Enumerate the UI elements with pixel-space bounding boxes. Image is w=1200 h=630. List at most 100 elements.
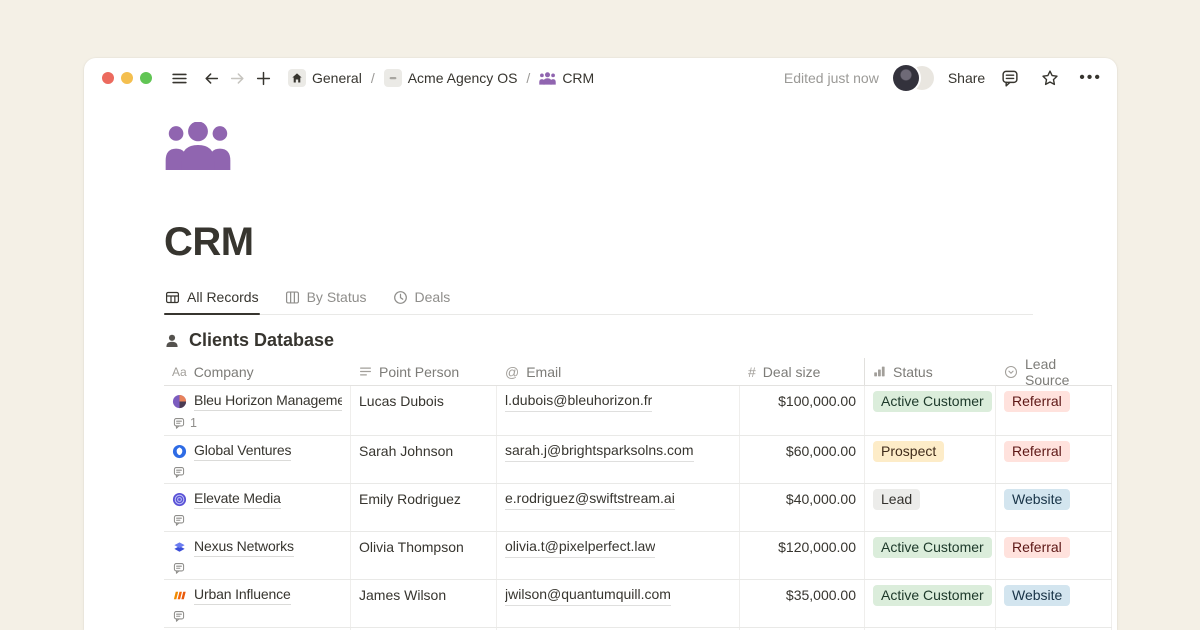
lead-source-cell[interactable]: Website (996, 580, 1112, 627)
point-person-cell[interactable]: James Wilson (351, 580, 497, 627)
column-header-status[interactable]: Status (865, 358, 996, 385)
point-person-value: Olivia Thompson (359, 537, 464, 557)
email-cell[interactable]: l.dubois@bleuhorizon.fr (497, 386, 740, 435)
share-button[interactable]: Share (948, 70, 985, 86)
database-table: Aa Company Point Person @ Email # Deal s… (164, 358, 1112, 630)
breadcrumb-item-crm[interactable]: CRM (535, 68, 598, 88)
text-icon (359, 365, 372, 378)
lead-source-cell[interactable]: Referral (996, 436, 1112, 483)
table-header-row: Aa Company Point Person @ Email # Deal s… (164, 358, 1112, 386)
close-window-button[interactable] (102, 72, 114, 84)
tab-deals[interactable]: Deals (392, 287, 452, 314)
database-title[interactable]: Clients Database (189, 330, 334, 351)
status-badge: Lead (873, 489, 920, 510)
new-page-button[interactable] (252, 67, 274, 89)
deal-size-cell[interactable]: $60,000.00 (740, 436, 865, 483)
email-cell[interactable]: olivia.t@pixelperfect.law (497, 532, 740, 579)
table-icon (165, 290, 180, 305)
status-icon (873, 365, 886, 378)
deal-size-cell[interactable]: $40,000.00 (740, 484, 865, 531)
lead-source-cell[interactable]: Referral (996, 532, 1112, 579)
zoom-window-button[interactable] (140, 72, 152, 84)
status-cell[interactable]: Active Customer (865, 386, 996, 435)
breadcrumb-item-workspace[interactable]: Acme Agency OS (380, 67, 522, 89)
column-header-company[interactable]: Aa Company (164, 358, 351, 385)
minimize-window-button[interactable] (121, 72, 133, 84)
status-cell[interactable]: Active Customer (865, 580, 996, 627)
company-cell[interactable]: Urban Influence (164, 580, 351, 627)
favorite-star-icon[interactable] (1039, 67, 1061, 89)
email-cell[interactable]: jwilson@quantumquill.com (497, 580, 740, 627)
window-controls (102, 72, 152, 84)
company-cell[interactable]: Global Ventures (164, 436, 351, 483)
point-person-value: Sarah Johnson (359, 441, 453, 461)
database-header: Clients Database (164, 330, 1033, 351)
status-cell[interactable]: Prospect (865, 436, 996, 483)
table-row: Urban Influence James Wilson jwilson@qua… (164, 580, 1112, 628)
status-cell[interactable]: Active Customer (865, 532, 996, 579)
company-name: Urban Influence (194, 585, 291, 605)
deal-size-cell[interactable]: $120,000.00 (740, 532, 865, 579)
deal-size-value: $60,000.00 (786, 441, 856, 461)
deal-size-cell[interactable]: $100,000.00 (740, 386, 865, 435)
company-cell[interactable]: Nexus Networks (164, 532, 351, 579)
column-header-email[interactable]: @ Email (497, 358, 740, 385)
back-button[interactable] (200, 67, 222, 89)
sidebar-toggle-icon[interactable] (168, 67, 190, 89)
tab-by-status[interactable]: By Status (284, 287, 368, 314)
company-cell[interactable]: Elevate Media (164, 484, 351, 531)
lead-source-cell[interactable]: Website (996, 484, 1112, 531)
avatar (893, 65, 919, 91)
company-logo-icon (172, 588, 187, 603)
table-row: Global Ventures Sarah Johnson sarah.j@br… (164, 436, 1112, 484)
table-row: Elevate Media Emily Rodriguez e.rodrigue… (164, 484, 1112, 532)
company-cell[interactable]: Bleu Horizon Management 1 (164, 386, 351, 435)
comment-count (172, 610, 342, 622)
breadcrumb-item-general[interactable]: General (284, 67, 366, 89)
company-logo-icon (172, 492, 187, 507)
point-person-value: Lucas Dubois (359, 391, 444, 411)
point-person-value: Emily Rodriguez (359, 489, 461, 509)
tab-all-records[interactable]: All Records (164, 287, 260, 314)
edited-status: Edited just now (784, 70, 879, 86)
point-person-cell[interactable]: Lucas Dubois (351, 386, 497, 435)
company-name: Global Ventures (194, 441, 291, 461)
email-value: olivia.t@pixelperfect.law (505, 537, 655, 558)
company-logo-icon (172, 394, 187, 409)
breadcrumb-separator: / (526, 70, 530, 86)
deal-size-cell[interactable]: $35,000.00 (740, 580, 865, 627)
lead-source-badge: Website (1004, 489, 1070, 510)
clock-icon (393, 290, 408, 305)
page-people-icon[interactable] (164, 122, 232, 170)
status-badge: Active Customer (873, 537, 992, 558)
column-header-deal-size[interactable]: # Deal size (740, 358, 865, 385)
at-icon: @ (505, 364, 519, 380)
point-person-cell[interactable]: Olivia Thompson (351, 532, 497, 579)
status-cell[interactable]: Lead (865, 484, 996, 531)
table-body: Bleu Horizon Management 1 Lucas Dubois l… (164, 386, 1112, 630)
breadcrumb: General / Acme Agency OS / CRM (284, 67, 598, 89)
lead-source-cell[interactable]: Referral (996, 386, 1112, 435)
email-value: e.rodriguez@swiftstream.ai (505, 489, 675, 510)
column-header-lead-source[interactable]: Lead Source (996, 358, 1112, 385)
view-tabs: All Records By Status Deals (164, 287, 1033, 315)
point-person-cell[interactable]: Sarah Johnson (351, 436, 497, 483)
forward-button[interactable] (226, 67, 248, 89)
deal-size-value: $120,000.00 (778, 537, 856, 557)
page-title[interactable]: CRM (164, 220, 1033, 265)
deal-size-value: $100,000.00 (778, 391, 856, 411)
company-name: Nexus Networks (194, 537, 294, 557)
email-cell[interactable]: sarah.j@brightsparksolns.com (497, 436, 740, 483)
company-logo-icon (172, 444, 187, 459)
more-options-icon[interactable]: ••• (1079, 70, 1102, 86)
email-cell[interactable]: e.rodriguez@swiftstream.ai (497, 484, 740, 531)
column-header-point-person[interactable]: Point Person (351, 358, 497, 385)
comments-icon[interactable] (999, 67, 1021, 89)
company-name: Elevate Media (194, 489, 281, 509)
presence-avatars[interactable] (893, 65, 934, 91)
people-icon (539, 72, 556, 85)
lead-source-badge: Website (1004, 585, 1070, 606)
breadcrumb-label: Acme Agency OS (408, 70, 518, 86)
company-logo-icon (172, 540, 187, 555)
point-person-cell[interactable]: Emily Rodriguez (351, 484, 497, 531)
